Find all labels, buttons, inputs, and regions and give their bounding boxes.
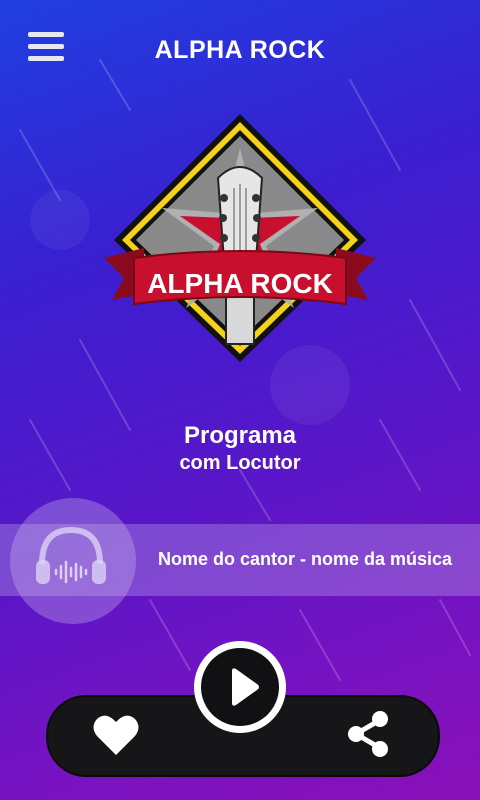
headphones-icon: [36, 526, 106, 584]
heart-icon[interactable]: [92, 713, 140, 757]
program-host: com Locutor: [179, 452, 301, 474]
app-title: ALPHA ROCK: [154, 36, 326, 64]
share-icon[interactable]: [346, 710, 390, 758]
play-button-inner: [201, 648, 279, 726]
logo-text: ALPHA ROCK: [147, 268, 333, 299]
song-title: Nome do cantor - nome da música: [157, 549, 453, 569]
play-icon: [232, 668, 259, 706]
program-title: Programa: [183, 422, 297, 449]
play-button[interactable]: [194, 641, 286, 733]
program-info: Programa com Locutor: [0, 422, 480, 475]
top-bar: ALPHA ROCK: [0, 0, 480, 100]
player-screen: ALPHA ROCK ALPHA ROCK Programa com Locut…: [0, 0, 480, 800]
alpha-rock-logo: ALPHA ROCK: [104, 114, 376, 362]
